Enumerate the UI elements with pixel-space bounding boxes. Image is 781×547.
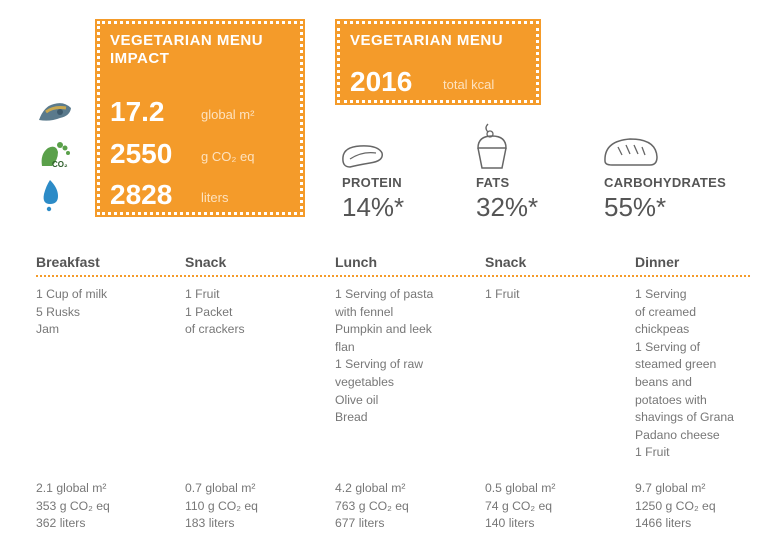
list-item: Olive oil — [335, 392, 379, 407]
footprint-area: 4.2 global m² — [335, 481, 406, 495]
list-item: 1 Serving of raw — [335, 357, 424, 372]
meal-header-snack-2: Snack — [485, 254, 527, 270]
meal-footprint-breakfast: 2.1 global m² 353 g CO₂ eq 362 liters — [36, 480, 110, 533]
meal-header-dinner: Dinner — [635, 254, 680, 270]
kcal-unit: total kcal — [443, 77, 495, 92]
macro-label-carbohydrates: CARBOHYDRATES — [604, 175, 727, 190]
footprint-area: 0.5 global m² — [485, 481, 556, 495]
co2-footprint-icon: CO₂ — [41, 142, 70, 169]
footprint-co2: 110 g CO₂ eq — [185, 498, 258, 513]
footprint-water: 1466 liters — [635, 516, 692, 531]
impact-box: VEGETARIAN MENU IMPACT 17.2 global m² 25… — [95, 19, 305, 217]
meal-items-snack-1: 1 Fruit 1 Packet of crackers — [185, 286, 245, 339]
meal-footprint-snack-1: 0.7 global m² 110 g CO₂ eq 183 liters — [185, 480, 258, 533]
list-item: Pumpkin and leek — [335, 322, 432, 337]
meal-footprint-dinner: 9.7 global m² 1250 g CO₂ eq 1466 liters — [635, 480, 716, 533]
water-drop-icon — [43, 180, 58, 212]
list-item: 1 Serving — [635, 287, 687, 301]
list-item: Jam — [36, 322, 60, 337]
footprint-co2: 763 g CO₂ eq — [335, 498, 409, 513]
macro-label-fats: FATS — [476, 175, 510, 190]
cupcake-icon — [477, 123, 507, 169]
impact-box-title: VEGETARIAN MENU IMPACT — [110, 32, 264, 67]
list-item: 5 Rusks — [36, 304, 81, 319]
footprint-area: 0.7 global m² — [185, 481, 256, 495]
list-item: with fennel — [335, 304, 394, 319]
list-item: of creamed — [635, 304, 696, 319]
list-item: chickpeas — [635, 322, 690, 337]
macro-label-protein: PROTEIN — [342, 175, 402, 190]
list-item: of crackers — [185, 322, 245, 337]
list-item: vegetables — [335, 374, 394, 389]
footprint-co2: 1250 g CO₂ eq — [635, 498, 716, 513]
meal-divider — [36, 275, 750, 277]
macro-value-fats: 32%* — [476, 192, 539, 222]
impact-value-co2: 2550 — [110, 138, 173, 169]
list-item: shavings of Grana — [635, 410, 734, 425]
kcal-box: VEGETARIAN MENU 2016 total kcal — [335, 19, 541, 105]
list-item: 1 Serving of pasta — [335, 287, 434, 301]
list-item: Padano cheese — [635, 427, 720, 442]
list-item: 1 Fruit — [485, 287, 520, 301]
meal-header-breakfast: Breakfast — [36, 254, 100, 270]
footprint-co2: 353 g CO₂ eq — [36, 498, 110, 513]
footprint-area: 2.1 global m² — [36, 481, 107, 495]
list-item: 1 Cup of milk — [36, 287, 108, 301]
list-item: 1 Fruit — [635, 445, 670, 460]
list-item: potatoes with — [635, 392, 707, 407]
footprint-water: 677 liters — [335, 516, 385, 531]
meal-items-breakfast: 1 Cup of milk 5 Rusks Jam — [36, 286, 107, 339]
kcal-value: 2016 — [350, 66, 413, 97]
list-item: Bread — [335, 410, 368, 425]
steak-icon — [342, 145, 383, 168]
bread-icon — [604, 138, 658, 166]
kcal-box-title: VEGETARIAN MENU — [350, 32, 504, 49]
macro-value-protein: 14%* — [342, 192, 405, 222]
list-item: flan — [335, 339, 355, 354]
impact-unit-co2: g CO₂ eq — [201, 149, 255, 164]
meal-footprint-snack-2: 0.5 global m² 74 g CO₂ eq 140 liters — [485, 480, 555, 533]
impact-value-water: 2828 — [110, 179, 173, 210]
footprint-area: 9.7 global m² — [635, 481, 706, 495]
list-item: 1 Fruit — [185, 287, 220, 301]
meal-items-lunch: 1 Serving of pasta with fennel Pumpkin a… — [335, 286, 433, 427]
footprint-water: 140 liters — [485, 516, 535, 531]
impact-value-area: 17.2 — [110, 96, 165, 127]
meal-footprint-lunch: 4.2 global m² 763 g CO₂ eq 677 liters — [335, 480, 409, 533]
svg-text:CO₂: CO₂ — [52, 160, 68, 169]
footprint-co2: 74 g CO₂ eq — [485, 498, 553, 513]
list-item: 1 Serving of — [635, 339, 701, 354]
macro-value-carbohydrates: 55%* — [604, 192, 667, 222]
list-item: beans and — [635, 374, 692, 389]
footprint-water: 183 liters — [185, 516, 235, 531]
impact-unit-area: global m² — [201, 107, 255, 122]
meal-header-snack-1: Snack — [185, 254, 227, 270]
list-item: 1 Packet — [185, 304, 233, 319]
footprint-water: 362 liters — [36, 516, 86, 531]
footprint-shoe-icon — [39, 103, 71, 121]
meal-items-snack-2: 1 Fruit — [485, 286, 520, 304]
impact-unit-water: liters — [201, 190, 229, 205]
meal-items-dinner: 1 Serving of creamed chickpeas 1 Serving… — [635, 286, 734, 462]
list-item: steamed green — [635, 357, 717, 372]
meal-header-lunch: Lunch — [335, 254, 377, 270]
